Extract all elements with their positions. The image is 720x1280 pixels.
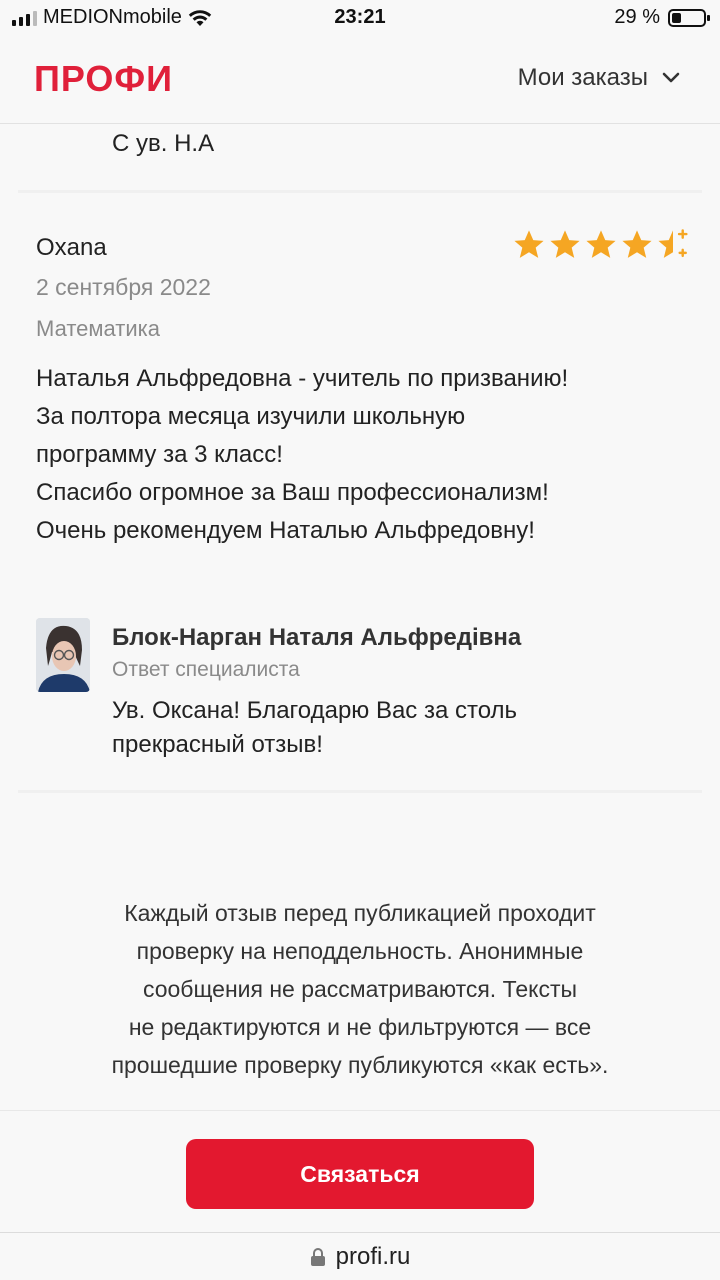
review-text-line: Наталья Альфредовна - учитель по призван… [36,365,569,392]
review-text-line: программу за 3 класс! [36,441,283,468]
specialist-reply: Блок-Нарган Наталя Альфредівна Ответ спе… [36,618,686,778]
specialist-role: Ответ специалиста [112,658,300,681]
reply-text-line: Ув. Оксана! Благодарю Вас за столь [112,697,518,724]
star-full-icon [514,230,544,258]
reply-text-line: прекрасный отзыв! [112,731,323,758]
browser-url-bar[interactable]: profi.ru [0,1232,720,1280]
review-text-line: Спасибо огромное за Ваш профессионализм! [36,479,549,506]
reply-text: Ув. Оксана! Благодарю Вас за столь прекр… [112,694,517,762]
bottom-action-bar: Связаться [0,1110,720,1232]
notice-line: проверку на неподдельность. Анонимные [136,938,584,964]
specialist-name: Блок-Нарган Наталя Альфредівна [112,624,522,651]
review-subject: Математика [36,316,160,341]
star-full-icon [622,230,652,258]
star-full-icon [550,230,580,258]
status-time: 23:21 [334,6,386,28]
url-text: profi.ru [335,1242,411,1270]
star-half-icon [658,229,688,258]
previous-review-signature: С ув. Н.А [112,130,215,157]
notice-line: Каждый отзыв перед публикацией проходит [124,900,596,926]
chevron-down-icon [662,72,680,83]
review-date: 2 сентября 2022 [36,274,211,300]
notice-line: прошедшие проверку публикуются «как есть… [111,1052,609,1078]
contact-button[interactable]: Связаться [186,1139,534,1209]
review-text-line: За полтора месяца изучили школьную [36,403,466,430]
review-text-line: Очень рекомендуем Наталью Альфредовну! [36,517,535,544]
status-bar: MEDIONmobile 23:21 29 % [0,0,720,38]
profi-logo[interactable]: ПРОФИ [34,58,173,100]
status-right: 29 % [614,6,710,29]
rating-stars [512,228,690,262]
reviews-content[interactable]: С ув. Н.А Oxana 2 сентября 2022 Математи… [0,124,720,1110]
review-text: Наталья Альфредовна - учитель по призван… [36,360,686,550]
review-divider [18,790,702,793]
notice-line: не редактируются и не фильтруются — все [128,1014,592,1040]
battery-icon [668,8,710,27]
my-orders-menu[interactable]: Мои заказы [518,64,680,92]
lock-icon [310,1247,325,1266]
review-author: Oxana [36,234,107,261]
star-full-icon [586,230,616,258]
notice-line: сообщения не рассматриваются. Тексты [142,976,578,1002]
battery-fill [672,12,681,23]
review-divider [18,190,702,193]
avatar [36,618,90,692]
app-header: ПРОФИ Мои заказы [0,38,720,124]
moderation-notice: Каждый отзыв перед публикацией проходит … [0,894,720,1084]
battery-percent: 29 % [614,6,660,28]
my-orders-label: Мои заказы [517,64,648,91]
